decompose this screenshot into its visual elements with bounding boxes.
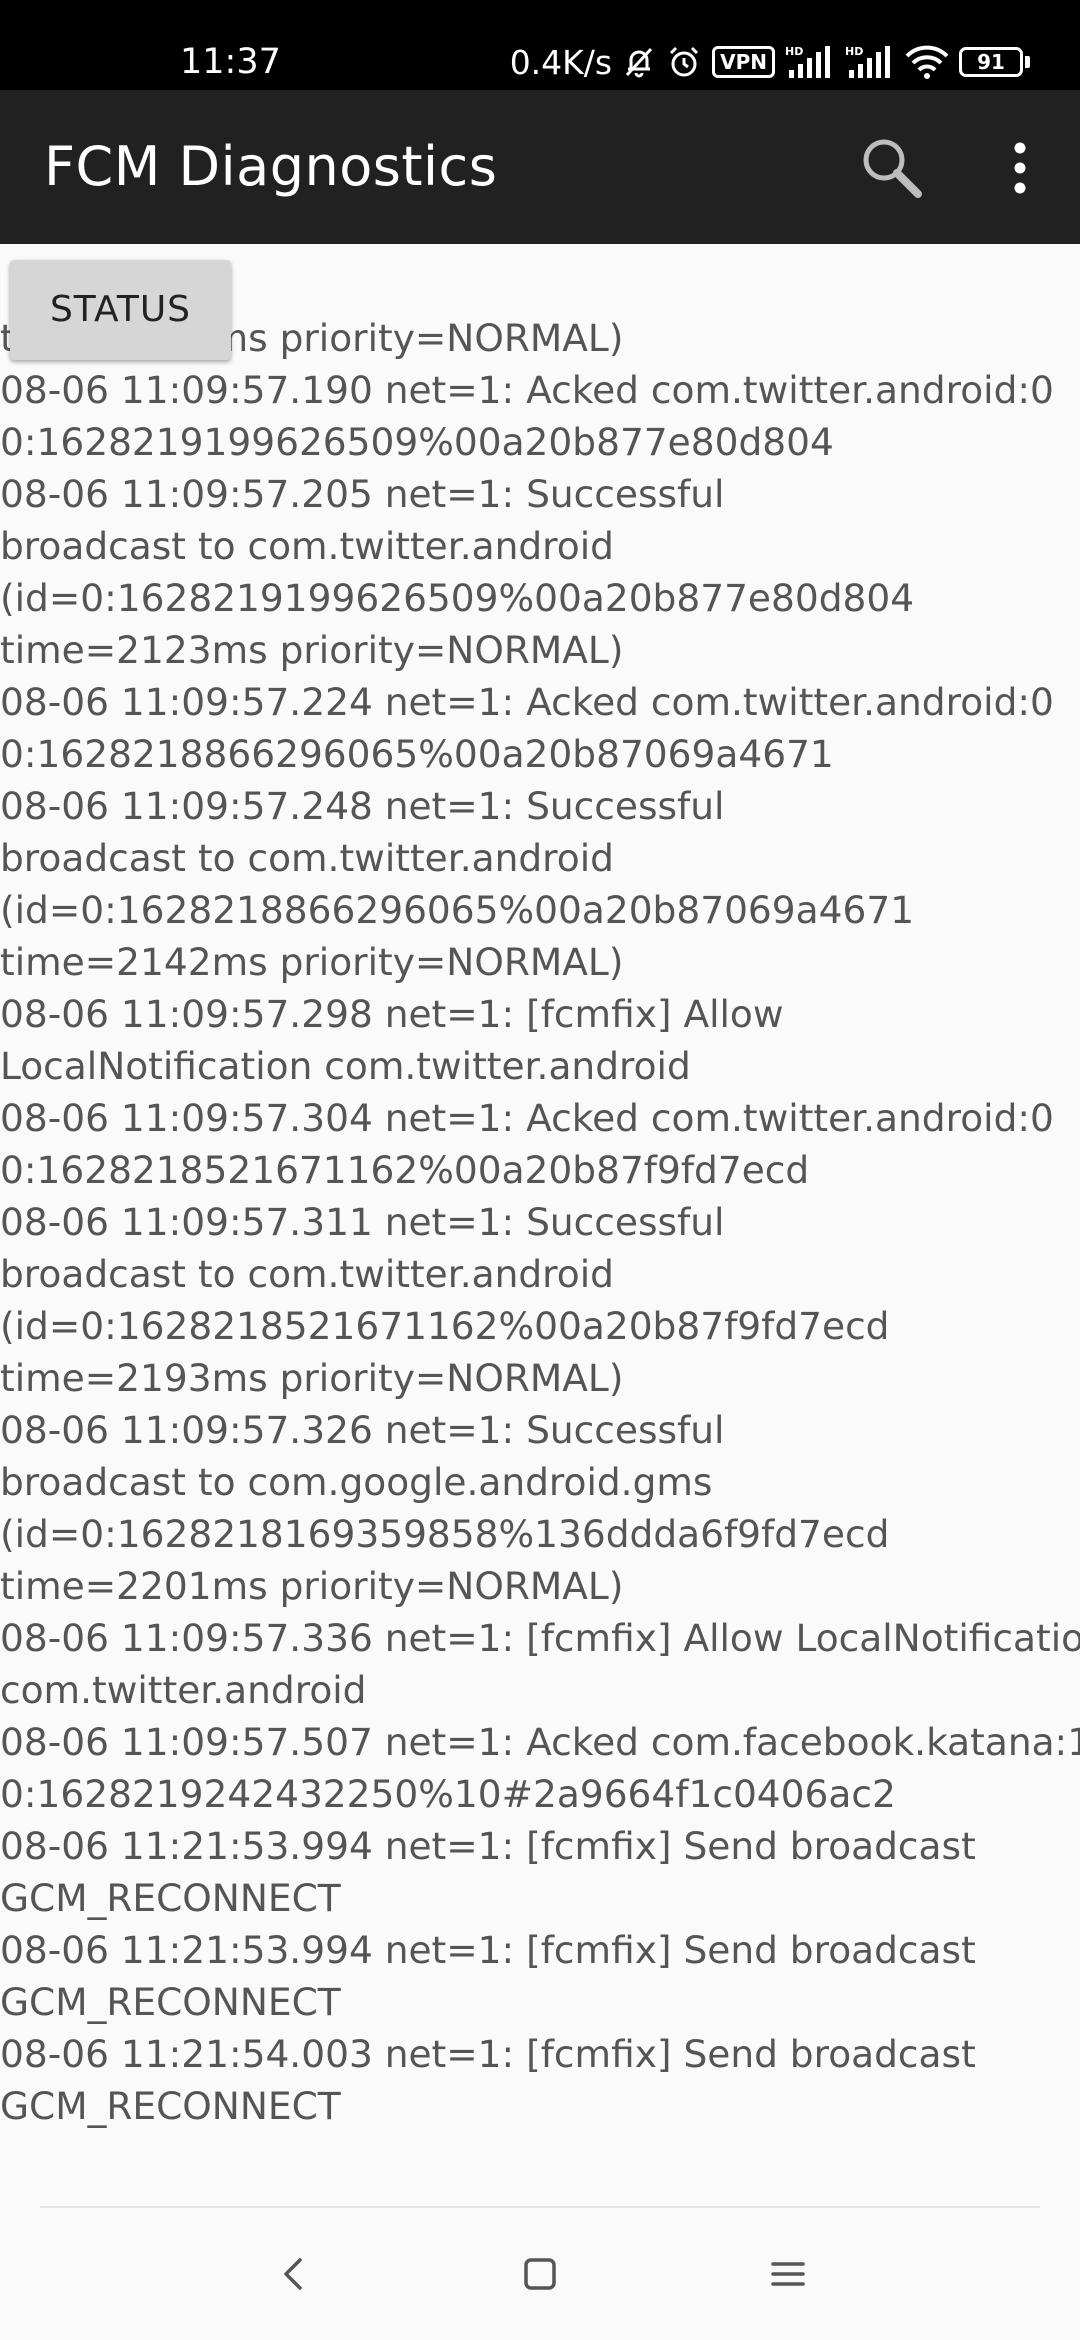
log-line: 08-06 11:09:57.304 net=1: Acked com.twit…	[0, 1096, 1054, 1140]
log-line: (id=0:1628218169359858%136ddda6f9fd7ecd	[0, 1512, 890, 1556]
app-bar: FCM Diagnostics	[0, 90, 1080, 244]
log-line: 08-06 11:21:54.003 net=1: [fcmfix] Send …	[0, 2032, 976, 2076]
status-icons: 0.4K/s VPN HD HD 91	[510, 38, 1030, 86]
log-line: 0:1628219242432250%10#2a9664f1c0406ac2	[0, 1772, 896, 1816]
log-line: broadcast to com.twitter.android	[0, 1252, 614, 1296]
svg-text:HD: HD	[845, 45, 863, 58]
log-line: GCM_RECONNECT	[0, 1980, 341, 2024]
log-line: 08-06 11:09:57.298 net=1: [fcmfix] Allow	[0, 992, 784, 1036]
log-list: time=2088ms priority=NORMAL) 08-06 11:09:…	[0, 316, 1080, 2132]
home-button[interactable]	[510, 2244, 570, 2304]
log-line: 08-06 11:09:57.205 net=1: Successful	[0, 472, 725, 516]
alarm-icon	[666, 44, 702, 80]
log-line: 08-06 11:09:57.248 net=1: Successful	[0, 784, 725, 828]
log-line: broadcast to com.twitter.android	[0, 836, 614, 880]
status-time: 11:37	[180, 42, 281, 82]
log-line: 08-06 11:09:57.326 net=1: Successful	[0, 1408, 725, 1452]
status-bar: 11:37 0.4K/s VPN HD HD 91	[0, 0, 1080, 90]
overflow-menu-icon	[1014, 142, 1026, 194]
log-line: GCM_RECONNECT	[0, 2084, 341, 2128]
log-line: time=2142ms priority=NORMAL)	[0, 940, 624, 984]
log-line: 08-06 11:09:57.224 net=1: Acked com.twit…	[0, 680, 1054, 724]
wifi-icon	[905, 45, 949, 79]
search-button[interactable]	[856, 132, 928, 204]
log-line: 08-06 11:09:57.190 net=1: Acked com.twit…	[0, 368, 1054, 412]
log-scroll-area[interactable]: time=2088ms priority=NORMAL) 08-06 11:09:…	[0, 244, 1080, 2214]
svg-text:HD: HD	[785, 45, 803, 58]
log-line: 0:1628218521671162%00a20b87f9fd7ecd	[0, 1148, 810, 1192]
log-line: 08-06 11:09:57.311 net=1: Successful	[0, 1200, 725, 1244]
log-line: LocalNotification com.twitter.android	[0, 1044, 691, 1088]
log-line: 08-06 11:21:53.994 net=1: [fcmfix] Send …	[0, 1928, 976, 1972]
log-line: (id=0:1628218521671162%00a20b87f9fd7ecd	[0, 1304, 890, 1348]
status-button[interactable]: STATUS	[10, 260, 231, 360]
net-speed: 0.4K/s	[509, 42, 613, 82]
mute-bell-icon	[622, 45, 656, 79]
log-line: (id=0:1628218866296065%00a20b87069a4671	[0, 888, 915, 932]
vpn-icon: VPN	[712, 46, 775, 78]
battery-icon: 91	[959, 47, 1030, 77]
recents-button[interactable]	[758, 2244, 818, 2304]
page-title: FCM Diagnostics	[44, 135, 498, 198]
home-icon	[524, 2258, 556, 2290]
battery-level: 91	[959, 47, 1023, 77]
recents-menu-icon	[771, 2262, 805, 2286]
log-line: time=2123ms priority=NORMAL)	[0, 628, 624, 672]
back-icon	[284, 2258, 302, 2290]
log-line: com.twitter.android	[0, 1668, 367, 1712]
log-line: (id=0:1628219199626509%00a20b877e80d804	[0, 576, 915, 620]
log-line: 08-06 11:09:57.507 net=1: Acked com.face…	[0, 1720, 1080, 1764]
log-line: 08-06 11:09:57.336 net=1: [fcmfix] Allow…	[0, 1616, 1080, 1660]
log-line: time=2193ms priority=NORMAL)	[0, 1356, 624, 1400]
log-line: broadcast to com.google.android.gms	[0, 1460, 713, 1504]
back-button[interactable]	[264, 2244, 324, 2304]
log-line: time=2201ms priority=NORMAL)	[0, 1564, 624, 1608]
log-line: 08-06 11:21:53.994 net=1: [fcmfix] Send …	[0, 1824, 976, 1868]
signal-hd-icon: HD	[785, 44, 835, 80]
log-line: broadcast to com.twitter.android	[0, 524, 614, 568]
log-line: GCM_RECONNECT	[0, 1876, 341, 1920]
signal-hd-icon: HD	[845, 44, 895, 80]
navigation-bar	[0, 2208, 1080, 2340]
log-line: 0:1628219199626509%00a20b877e80d804	[0, 420, 834, 464]
log-line: 0:1628218866296065%00a20b87069a4671	[0, 732, 834, 776]
overflow-menu-button[interactable]	[1000, 132, 1040, 204]
search-icon	[863, 139, 922, 198]
